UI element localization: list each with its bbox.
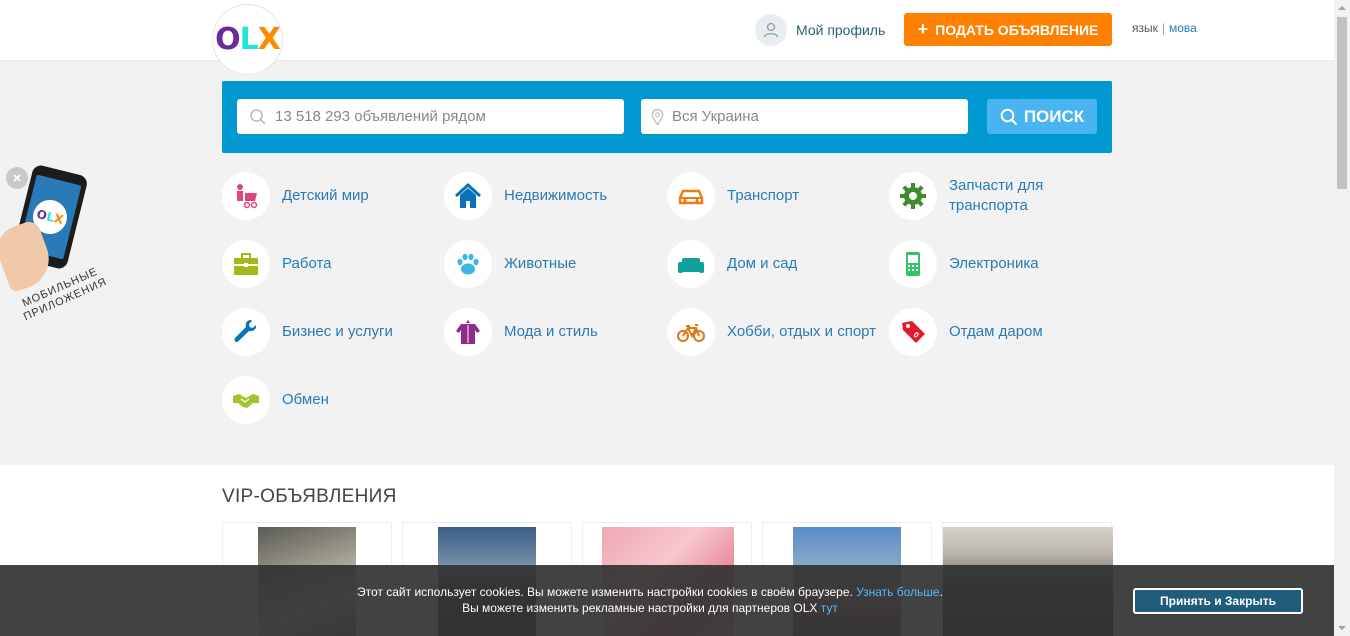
location-input[interactable] <box>671 108 968 125</box>
cookie-line2: Вы можете изменить рекламные настройки д… <box>462 601 818 615</box>
cookie-banner: Этот сайт использует cookies. Вы можете … <box>0 565 1334 636</box>
close-icon[interactable]: × <box>6 167 28 189</box>
language-switcher: язык | мова <box>1132 21 1197 35</box>
search-icon <box>250 108 266 125</box>
user-icon <box>755 14 787 46</box>
briefcase-icon <box>222 240 270 288</box>
bicycle-icon <box>667 308 715 356</box>
cookie-line1: Этот сайт использует cookies. Вы можете … <box>357 585 853 599</box>
scroll-up-arrow-icon[interactable] <box>1338 6 1346 10</box>
search-field[interactable] <box>237 99 624 134</box>
category-children[interactable]: Детский мир <box>222 172 432 220</box>
search-panel: ПОИСК <box>222 81 1112 153</box>
gear-icon <box>889 172 937 220</box>
cookie-text: Этот сайт использует cookies. Вы можете … <box>357 585 943 615</box>
my-profile-link[interactable]: Мой профиль <box>755 14 885 46</box>
plus-icon: + <box>917 19 929 39</box>
category-business-services[interactable]: Бизнес и услуги <box>222 308 432 356</box>
category-label: Запчасти для транспорта <box>949 177 1044 214</box>
category-exchange[interactable]: Обмен <box>222 376 432 424</box>
lang-alt-link[interactable]: мова <box>1169 21 1197 35</box>
ad-settings-link[interactable]: тут <box>821 601 838 615</box>
my-profile-label: Мой профиль <box>796 22 886 38</box>
lang-separator: | <box>1161 21 1165 35</box>
search-button-label: ПОИСК <box>1023 106 1085 126</box>
scroll-thumb[interactable] <box>1337 17 1347 189</box>
olx-logo[interactable]: OLX <box>213 5 282 74</box>
category-electronics[interactable]: Электроника <box>889 240 1099 288</box>
category-label: Отдам даром <box>949 323 1043 340</box>
category-label: Обмен <box>282 391 329 408</box>
logo-letter-o: O <box>215 22 240 57</box>
location-pin-icon <box>651 108 664 125</box>
search-icon <box>1000 108 1018 125</box>
category-fashion[interactable]: Мода и стиль <box>444 308 654 356</box>
logo-letter-x: X <box>257 22 281 57</box>
category-label: Транспорт <box>727 187 800 204</box>
scrollbar[interactable] <box>1334 0 1350 636</box>
category-label: Недвижимость <box>504 187 608 204</box>
location-field[interactable] <box>641 99 968 134</box>
post-ad-button[interactable]: + ПОДАТЬ ОБЪЯВЛЕНИЕ <box>904 13 1112 46</box>
mobile-app-promo[interactable]: × OLX МОБИЛЬНЫЕ ПРИЛОЖЕНИЯ <box>0 163 110 338</box>
category-animals[interactable]: Животные <box>444 240 654 288</box>
search-button[interactable]: ПОИСК <box>987 99 1097 134</box>
logo-letter-l: L <box>239 22 259 57</box>
car-icon <box>667 172 715 220</box>
scroll-down-arrow-icon[interactable] <box>1338 626 1346 630</box>
category-label: Животные <box>504 255 577 272</box>
category-label: Электроника <box>949 255 1039 272</box>
post-ad-label: ПОДАТЬ ОБЪЯВЛЕНИЕ <box>935 21 1099 38</box>
category-label: Мода и стиль <box>504 323 598 340</box>
category-label: Работа <box>282 255 332 272</box>
category-free[interactable]: 0 Отдам даром <box>889 308 1099 356</box>
category-label: Бизнес и услуги <box>282 323 393 340</box>
price-tag-icon: 0 <box>889 308 937 356</box>
clothes-icon <box>444 308 492 356</box>
category-real-estate[interactable]: Недвижимость <box>444 172 654 220</box>
accept-close-button[interactable]: Принять и Закрыть <box>1133 588 1303 614</box>
learn-more-link[interactable]: Узнать больше <box>856 585 939 599</box>
wrench-icon <box>222 308 270 356</box>
category-label: Детский мир <box>282 187 369 204</box>
category-home-garden[interactable]: Дом и сад <box>667 240 877 288</box>
category-spare-parts[interactable]: Запчасти для транспорта <box>889 172 1099 220</box>
lang-current: язык <box>1132 21 1158 35</box>
house-icon <box>444 172 492 220</box>
category-jobs[interactable]: Работа <box>222 240 432 288</box>
handshake-icon <box>222 376 270 424</box>
sofa-icon <box>667 240 715 288</box>
category-label: Дом и сад <box>727 255 798 272</box>
vip-title: VIP-ОБЪЯВЛЕНИЯ <box>222 486 397 507</box>
paw-icon <box>444 240 492 288</box>
stroller-icon <box>222 172 270 220</box>
category-label: Хобби, отдых и спорт <box>727 323 877 340</box>
search-input[interactable] <box>275 108 595 125</box>
category-transport[interactable]: Транспорт <box>667 172 877 220</box>
phone-icon <box>889 240 937 288</box>
category-hobby-sport[interactable]: Хобби, отдых и спорт <box>667 308 877 356</box>
